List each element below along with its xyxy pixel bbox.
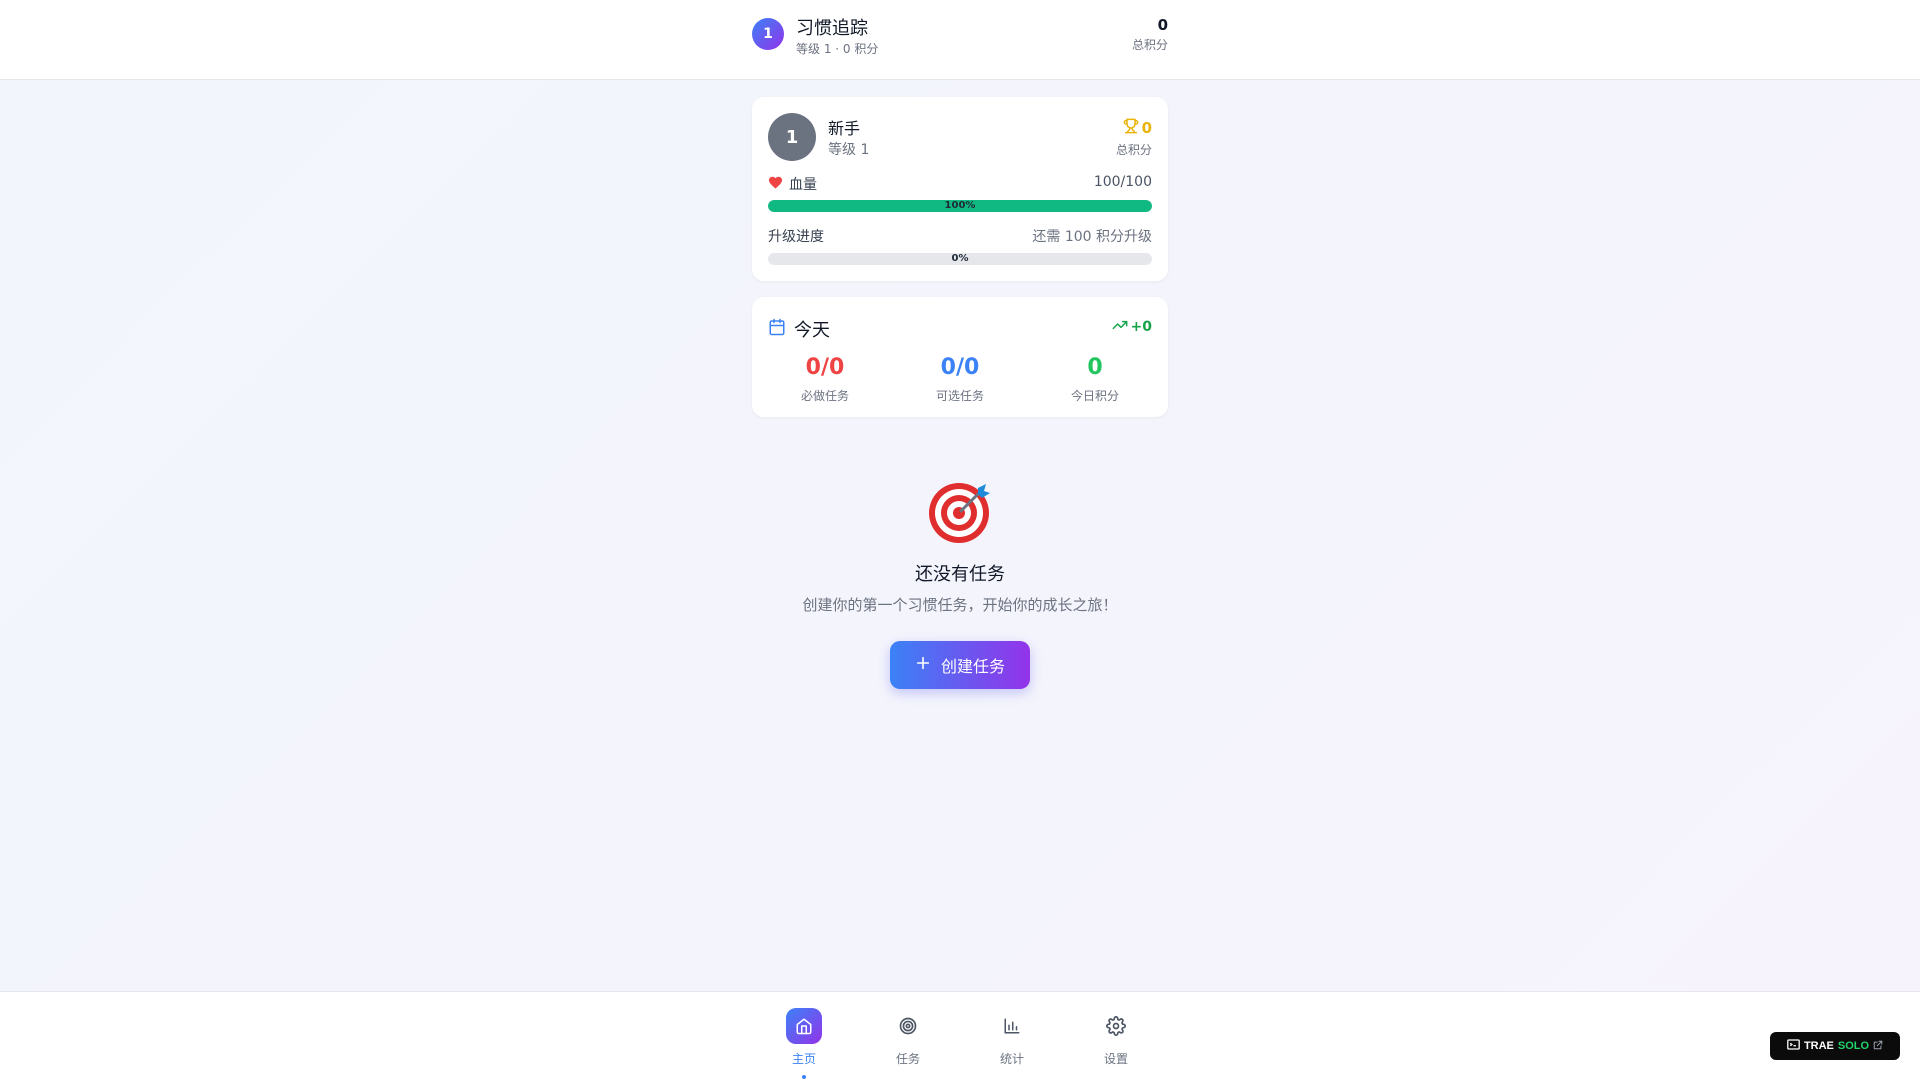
xp-row: 升级进度 还需 100 积分升级	[768, 226, 1152, 245]
profile-card: 1 新手 等级 1 0 总积分 血量 100/100 100% 升级进度 还需 …	[752, 97, 1168, 281]
today-gain-value: +0	[1130, 319, 1152, 335]
hp-row: 血量 100/100	[768, 174, 1152, 194]
profile-points-label: 总积分	[1115, 143, 1152, 157]
bottom-navigation: 主页 任务 统计 设置	[0, 991, 1920, 1080]
header-total-points: 0	[1157, 16, 1168, 34]
empty-state-description: 创建你的第一个习惯任务，开始你的成长之旅！	[802, 596, 1118, 614]
profile-points-value: 0	[1141, 119, 1152, 137]
today-card: 今天 +0 0/0 必做任务 0/0 可选任务 0 今日积分	[752, 297, 1168, 417]
nav-item-settings[interactable]: 设置	[1076, 1008, 1156, 1067]
stat-required-value: 0/0	[805, 355, 845, 380]
nav-active-dot	[802, 1075, 806, 1079]
hp-value: 100/100	[1093, 174, 1152, 190]
stat-today-points: 0 今日积分	[1035, 355, 1155, 404]
plus-icon	[915, 655, 931, 675]
hp-progress-bar: 100%	[768, 200, 1152, 212]
stat-optional-value: 0/0	[940, 355, 980, 380]
xp-need-text: 还需 100 积分升级	[1032, 229, 1152, 245]
today-title: 今天	[794, 320, 830, 341]
xp-label: 升级进度	[768, 229, 824, 245]
target-dart-icon	[928, 478, 994, 544]
hp-label-text: 血量	[789, 177, 817, 193]
xp-progress-bar: 0%	[768, 253, 1152, 265]
create-task-label: 创建任务	[940, 657, 1005, 676]
trophy-icon	[1123, 118, 1139, 138]
nav-item-home[interactable]: 主页	[764, 1008, 844, 1079]
stat-required-label: 必做任务	[800, 389, 849, 403]
hp-progress-text: 100%	[944, 200, 976, 211]
badge-product: SOLO	[1837, 1040, 1870, 1052]
terminal-icon	[1787, 1039, 1800, 1053]
nav-item-stats[interactable]: 统计	[972, 1008, 1052, 1067]
top-header: 1 习惯追踪 等级 1 · 0 积分 0 总积分	[0, 0, 1920, 80]
home-icon	[786, 1008, 822, 1044]
nav-item-tasks[interactable]: 任务	[868, 1008, 948, 1067]
header-content: 1 习惯追踪 等级 1 · 0 积分 0 总积分	[752, 0, 1168, 80]
xp-progress-text: 0%	[951, 253, 969, 264]
today-header: 今天	[768, 316, 830, 342]
today-gain: +0	[1112, 317, 1152, 337]
nav-label-stats: 统计	[999, 1052, 1024, 1066]
create-task-button[interactable]: 创建任务	[890, 641, 1030, 689]
gear-icon	[1098, 1008, 1134, 1044]
trae-solo-badge[interactable]: TRAE SOLO	[1770, 1032, 1900, 1060]
target-icon	[890, 1008, 926, 1044]
profile-rank-name: 新手	[828, 119, 861, 138]
stat-optional-tasks: 0/0 可选任务	[900, 355, 1020, 404]
app-title: 习惯追踪	[796, 18, 868, 39]
profile-level-avatar: 1	[768, 113, 816, 161]
bar-chart-icon	[994, 1008, 1030, 1044]
badge-brand: TRAE	[1803, 1040, 1834, 1052]
heart-icon	[768, 175, 783, 193]
profile-level-text: 等级 1	[828, 142, 870, 158]
stat-optional-label: 可选任务	[935, 389, 984, 403]
external-link-icon	[1873, 1040, 1883, 1053]
hp-label: 血量	[768, 174, 817, 194]
stat-today-points-value: 0	[1087, 355, 1103, 380]
header-level-avatar: 1	[752, 18, 784, 50]
nav-label-settings: 设置	[1103, 1052, 1128, 1066]
header-subtitle: 等级 1 · 0 积分	[796, 42, 879, 56]
nav-label-tasks: 任务	[895, 1052, 920, 1066]
nav-label-home: 主页	[791, 1052, 816, 1066]
header-total-points-label: 总积分	[1131, 38, 1168, 52]
stat-required-tasks: 0/0 必做任务	[765, 355, 885, 404]
profile-points: 0	[1123, 118, 1152, 138]
trending-up-icon	[1112, 317, 1128, 337]
calendar-icon	[768, 318, 786, 341]
empty-state-title: 还没有任务	[915, 564, 1005, 585]
stat-today-points-label: 今日积分	[1070, 389, 1119, 403]
